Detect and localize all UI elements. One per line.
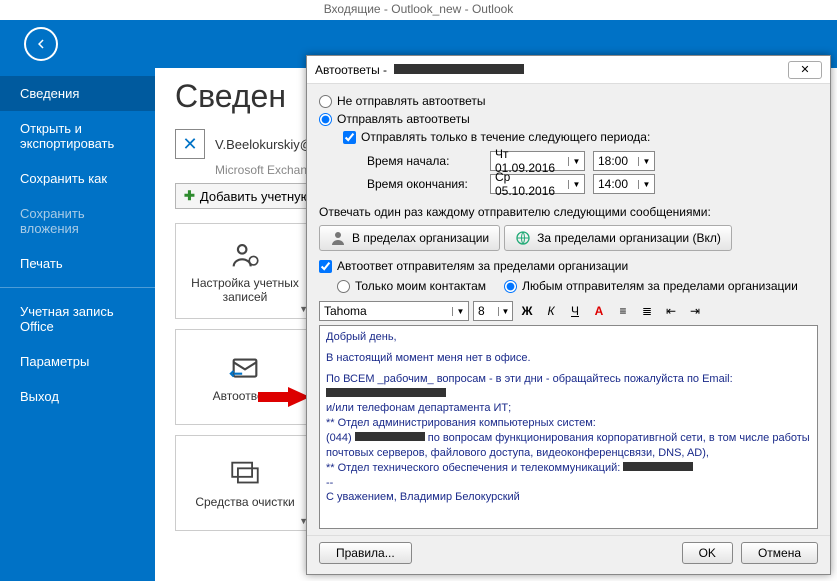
tab-label: За пределами организации (Вкл) <box>537 231 721 245</box>
chevron-down-icon: ▼ <box>452 307 468 316</box>
tab-outside-org[interactable]: За пределами организации (Вкл) <box>504 225 732 251</box>
arrow-left-icon <box>32 35 50 53</box>
radio-only-contacts[interactable]: Только моим контактам <box>337 279 486 293</box>
numbering-button[interactable]: ≣ <box>637 301 657 321</box>
redacted <box>394 64 524 74</box>
sidebar-item-save-as[interactable]: Сохранить как <box>0 161 155 196</box>
sidebar: Сведения Открыть и экспортировать Сохран… <box>0 68 155 581</box>
underline-button[interactable]: Ч <box>565 301 585 321</box>
radio-label: Отправлять автоответы <box>337 112 470 126</box>
sidebar-item-office-acct[interactable]: Учетная запись Office <box>0 294 155 344</box>
check-period[interactable]: Отправлять только в течение следующего п… <box>343 130 818 144</box>
sidebar-item-print[interactable]: Печать <box>0 246 155 281</box>
sidebar-item-info[interactable]: Сведения <box>0 76 155 111</box>
ok-button[interactable]: OK <box>682 542 733 564</box>
bullets-button[interactable]: ≡ <box>613 301 633 321</box>
size-select[interactable]: 8▼ <box>473 301 513 321</box>
user-icon <box>330 230 346 246</box>
start-date-select[interactable]: Чт 01.09.2016▼ <box>490 151 585 171</box>
radio-any-sender[interactable]: Любым отправителям за пределами организа… <box>504 279 798 293</box>
radio-label: Не отправлять автоответы <box>337 94 485 108</box>
sidebar-item-save-attach: Сохранить вложения <box>0 196 155 246</box>
end-time-select[interactable]: 14:00▼ <box>593 174 655 194</box>
end-time-label: Время окончания: <box>367 177 482 191</box>
indent-button[interactable]: ⇥ <box>685 301 705 321</box>
sidebar-separator <box>0 287 155 288</box>
chevron-down-icon: ▼ <box>568 180 584 189</box>
cancel-button[interactable]: Отмена <box>741 542 818 564</box>
dialog-footer: Правила... OK Отмена <box>307 535 830 574</box>
tile-cleanup[interactable]: Средства очистки ▼ <box>175 435 315 531</box>
font-color-button[interactable]: A <box>589 301 609 321</box>
dialog-title: Автоответы - <box>315 63 524 77</box>
tile-label: Настройка учетных записей <box>176 276 314 304</box>
plus-icon: ✚ <box>184 188 195 204</box>
globe-icon <box>515 230 531 246</box>
check-label: Автоответ отправителям за пределами орга… <box>337 259 628 273</box>
back-button[interactable] <box>24 27 58 61</box>
chevron-down-icon: ▼ <box>498 307 512 316</box>
annotation-arrow-right <box>258 387 310 412</box>
exchange-icon: ✕ <box>175 129 205 159</box>
redacted <box>326 388 446 397</box>
start-time-label: Время начала: <box>367 154 482 168</box>
user-gear-icon <box>228 238 262 272</box>
sidebar-item-open-export[interactable]: Открыть и экспортировать <box>0 111 155 161</box>
reply-once-label: Отвечать один раз каждому отправителю сл… <box>319 205 818 219</box>
bold-button[interactable]: Ж <box>517 301 537 321</box>
autoreply-dialog: Автоответы - ✕ Не отправлять автоответы … <box>306 55 831 575</box>
close-button[interactable]: ✕ <box>788 61 822 79</box>
dialog-titlebar: Автоответы - ✕ <box>307 56 830 84</box>
check-outside-reply[interactable]: Автоответ отправителям за пределами орга… <box>319 259 818 273</box>
radio-send-autoreply[interactable]: Отправлять автоответы <box>319 112 818 126</box>
add-account-button[interactable]: ✚ Добавить учетную <box>175 183 319 209</box>
end-date-select[interactable]: Ср 05.10.2016▼ <box>490 174 585 194</box>
cleanup-icon <box>228 457 262 491</box>
rules-button[interactable]: Правила... <box>319 542 412 564</box>
chevron-down-icon: ▼ <box>568 157 584 166</box>
tab-inside-org[interactable]: В пределах организации <box>319 225 500 251</box>
tile-label: Средства очистки <box>195 495 294 509</box>
format-toolbar: Tahoma▼ 8▼ Ж К Ч A ≡ ≣ ⇤ ⇥ <box>319 301 818 321</box>
radio-label: Только моим контактам <box>355 279 486 293</box>
add-account-label: Добавить учетную <box>200 189 311 204</box>
radio-label: Любым отправителям за пределами организа… <box>522 279 798 293</box>
account-name: V.Beelokurskiy@ <box>215 137 313 152</box>
message-textarea[interactable]: Добрый день, В настоящий момент меня нет… <box>319 325 818 529</box>
tile-account-settings[interactable]: Настройка учетных записей ▼ <box>175 223 315 319</box>
window-title: Входящие - Outlook_new - Outlook <box>0 0 837 20</box>
redacted <box>623 462 693 471</box>
chevron-down-icon: ▼ <box>638 157 654 166</box>
sidebar-item-options[interactable]: Параметры <box>0 344 155 379</box>
italic-button[interactable]: К <box>541 301 561 321</box>
start-time-select[interactable]: 18:00▼ <box>593 151 655 171</box>
chevron-down-icon: ▼ <box>638 180 654 189</box>
check-label: Отправлять только в течение следующего п… <box>361 130 650 144</box>
redacted <box>355 432 425 441</box>
autoreply-icon <box>228 351 262 385</box>
sidebar-item-exit[interactable]: Выход <box>0 379 155 414</box>
outdent-button[interactable]: ⇤ <box>661 301 681 321</box>
radio-no-autoreply[interactable]: Не отправлять автоответы <box>319 94 818 108</box>
font-select[interactable]: Tahoma▼ <box>319 301 469 321</box>
tab-label: В пределах организации <box>352 231 489 245</box>
